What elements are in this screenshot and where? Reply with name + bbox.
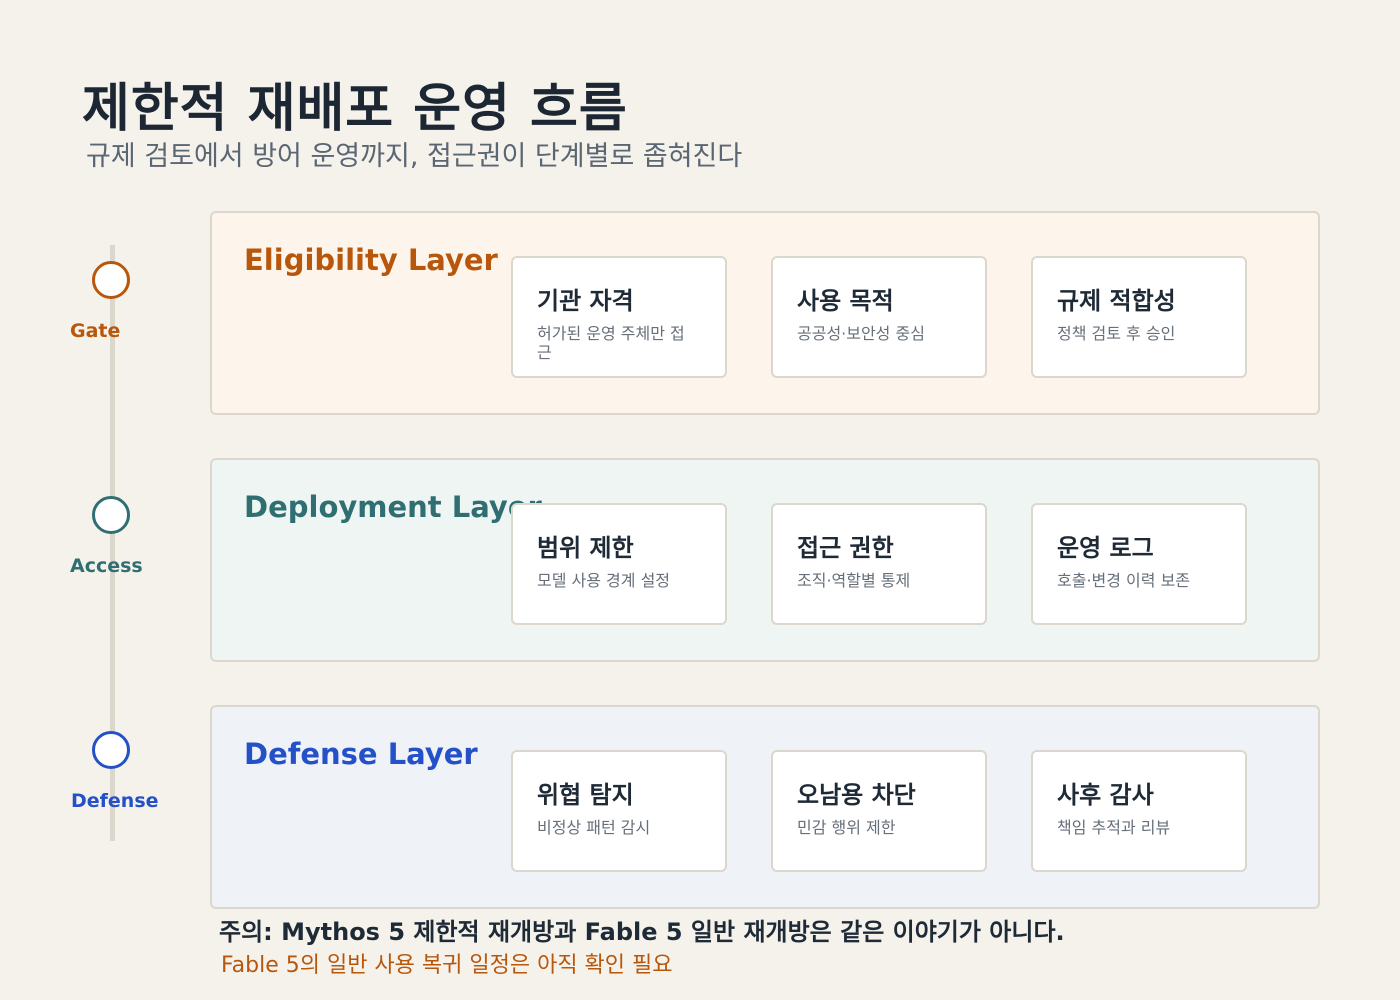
card-institution-eligibility: 기관 자격 허가된 운영 주체만 접근 [511, 256, 727, 378]
card-title: 오남용 차단 [797, 781, 916, 809]
page-title: 제한적 재배포 운영 흐름 [82, 79, 628, 139]
card-title: 기관 자격 [537, 287, 634, 315]
defense-layer-panel: Defense Layer 위협 탐지 비정상 패턴 감시 오남용 차단 민감 … [210, 705, 1320, 909]
card-description: 공공성·보안성 중심 [797, 324, 925, 343]
card-description: 비정상 패턴 감시 [537, 818, 651, 837]
card-title: 운영 로그 [1057, 534, 1154, 562]
card-description: 모델 사용 경계 설정 [537, 571, 671, 590]
deployment-layer-panel: Deployment Layer 범위 제한 모델 사용 경계 설정 접근 권한… [210, 458, 1320, 662]
card-description: 허가된 운영 주체만 접근 [537, 324, 685, 362]
card-regulatory-compliance: 규제 적합성 정책 검토 후 승인 [1031, 256, 1247, 378]
card-access-rights: 접근 권한 조직·역할별 통제 [771, 503, 987, 625]
card-title: 사후 감사 [1057, 781, 1154, 809]
card-title: 규제 적합성 [1057, 287, 1176, 315]
card-description: 책임 추적과 리뷰 [1057, 818, 1171, 837]
card-operation-log: 운영 로그 호출·변경 이력 보존 [1031, 503, 1247, 625]
defense-layer-title: Defense Layer [244, 737, 478, 771]
timeline-label-gate: Gate [70, 320, 121, 342]
card-title: 범위 제한 [537, 534, 634, 562]
caution-subnote: Fable 5의 일반 사용 복귀 일정은 아직 확인 필요 [221, 953, 673, 978]
card-title: 위협 탐지 [537, 781, 634, 809]
timeline-label-defense: Defense [71, 790, 159, 812]
eligibility-layer-panel: Eligibility Layer 기관 자격 허가된 운영 주체만 접근 사용… [210, 211, 1320, 415]
card-usage-purpose: 사용 목적 공공성·보안성 중심 [771, 256, 987, 378]
timeline-node-defense [92, 731, 130, 769]
timeline-node-access [92, 496, 130, 534]
timeline-node-gate [92, 261, 130, 299]
caution-note: 주의: Mythos 5 제한적 재개방과 Fable 5 일반 재개방은 같은… [219, 918, 1065, 946]
card-description: 민감 행위 제한 [797, 818, 896, 837]
card-post-audit: 사후 감사 책임 추적과 리뷰 [1031, 750, 1247, 872]
card-misuse-blocking: 오남용 차단 민감 행위 제한 [771, 750, 987, 872]
page-subtitle: 규제 검토에서 방어 운영까지, 접근권이 단계별로 좁혀진다 [86, 141, 743, 172]
card-description: 조직·역할별 통제 [797, 571, 911, 590]
timeline-label-access: Access [70, 555, 143, 577]
eligibility-layer-title: Eligibility Layer [244, 243, 498, 277]
card-description: 호출·변경 이력 보존 [1057, 571, 1191, 590]
deployment-layer-title: Deployment Layer [244, 490, 542, 524]
card-scope-limit: 범위 제한 모델 사용 경계 설정 [511, 503, 727, 625]
card-title: 사용 목적 [797, 287, 894, 315]
card-title: 접근 권한 [797, 534, 894, 562]
card-threat-detection: 위협 탐지 비정상 패턴 감시 [511, 750, 727, 872]
card-description: 정책 검토 후 승인 [1057, 324, 1176, 343]
